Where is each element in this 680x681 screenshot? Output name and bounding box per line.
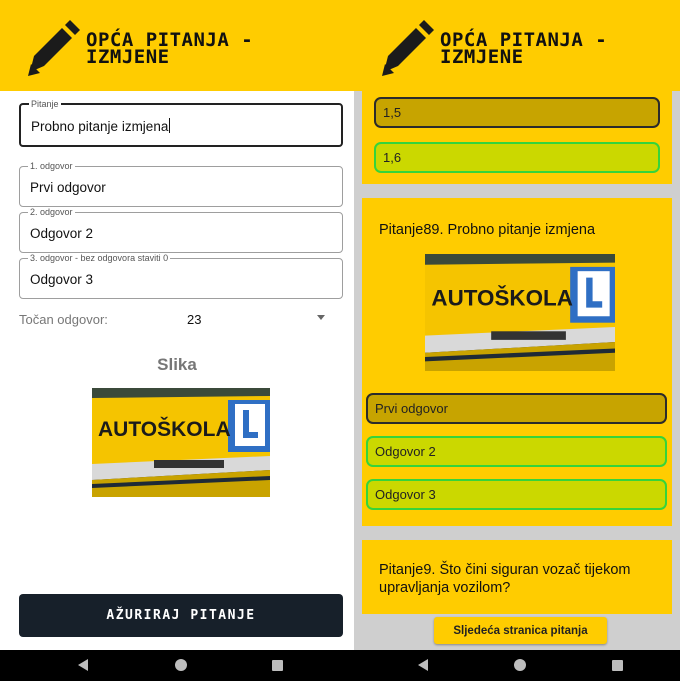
- question-title: Pitanje9. Što čini siguran vozač tijekom…: [379, 561, 630, 597]
- pencil-icon: [382, 20, 434, 76]
- app-bar: OPĆA PITANJA - IZMJENE: [354, 0, 680, 91]
- option-wrong[interactable]: 1,5: [374, 97, 660, 128]
- question-input-label: Pitanje: [29, 99, 61, 109]
- back-icon[interactable]: [418, 659, 428, 671]
- question-image: AUTOŠKOLA: [425, 254, 615, 371]
- option-wrong[interactable]: Prvi odgovor: [366, 393, 667, 424]
- answer3-input[interactable]: 3. odgovor - bez odgovora staviti 0 Odgo…: [19, 253, 343, 299]
- image-text: AUTOŠKOLA: [431, 285, 572, 310]
- app-bar: OPĆA PITANJA - IZMJENE: [0, 0, 354, 91]
- answer1-input-label: 1. odgovor: [28, 161, 75, 171]
- previous-question-card: 1,5 1,6: [362, 80, 672, 184]
- answer1-input[interactable]: 1. odgovor Prvi odgovor: [19, 161, 343, 207]
- question-input-value: Probno pitanje izmjena: [31, 119, 169, 134]
- option-correct[interactable]: Odgovor 2: [366, 436, 667, 467]
- question-title: Pitanje89. Probno pitanje izmjena: [379, 222, 596, 238]
- answer2-input-label: 2. odgovor: [28, 207, 75, 217]
- option-text: 1,6: [383, 150, 402, 165]
- correct-answer-select[interactable]: Točan odgovor: 23: [19, 308, 343, 332]
- home-icon[interactable]: [175, 659, 187, 671]
- update-question-button[interactable]: AŽURIRAJ PITANJE: [19, 594, 343, 637]
- page-title-line2: IZMJENE: [86, 46, 170, 68]
- question-card-9: Pitanje9. Što čini siguran vozač tijekom…: [362, 540, 672, 614]
- question-card-89: Pitanje89. Probno pitanje izmjena AUTOŠK…: [362, 198, 672, 384]
- question-image[interactable]: AUTOŠKOLA: [92, 388, 270, 497]
- option-correct[interactable]: Odgovor 3: [366, 479, 667, 510]
- option-text: Odgovor 3: [375, 487, 436, 502]
- home-icon[interactable]: [514, 659, 526, 671]
- image-section-title: Slika: [157, 355, 197, 374]
- question-input[interactable]: Pitanje Probno pitanje izmjena: [19, 99, 343, 147]
- option-text: Prvi odgovor: [375, 401, 448, 416]
- question-card-89-options: Prvi odgovor Odgovor 2 Odgovor 3: [362, 384, 672, 526]
- answer2-input[interactable]: 2. odgovor Odgovor 2: [19, 207, 343, 253]
- back-icon[interactable]: [78, 659, 88, 671]
- page-title: OPĆA PITANJA - IZMJENE: [86, 31, 253, 68]
- correct-answer-value: 23: [187, 312, 202, 327]
- option-text: Odgovor 2: [375, 444, 436, 459]
- question-title-line1: Pitanje9. Što čini siguran vozač tijekom: [379, 562, 631, 578]
- edit-question-screen: OPĆA PITANJA - IZMJENE Pitanje Probno pi…: [0, 0, 354, 681]
- recents-icon[interactable]: [272, 660, 283, 671]
- next-page-button[interactable]: Sljedeća stranica pitanja: [434, 617, 607, 644]
- recents-icon[interactable]: [612, 660, 623, 671]
- option-text: 1,5: [383, 105, 402, 120]
- system-nav-bar: [354, 650, 680, 681]
- pencil-icon: [28, 20, 80, 76]
- answer3-input-label: 3. odgovor - bez odgovora staviti 0: [28, 253, 171, 263]
- question-title-line2: upravljanja vozilom?: [379, 580, 511, 596]
- correct-answer-label: Točan odgovor:: [19, 312, 108, 327]
- option-correct[interactable]: 1,6: [374, 142, 660, 173]
- dropdown-arrow-icon[interactable]: [317, 315, 325, 320]
- page-title-line2: IZMJENE: [440, 46, 524, 68]
- question-list-screen: 1,5 1,6 OPĆA PITANJA - IZMJENE Pitanje89…: [354, 0, 680, 681]
- answer1-input-value: Prvi odgovor: [30, 180, 106, 195]
- answer3-input-value: Odgovor 3: [30, 272, 94, 287]
- system-nav-bar: [0, 650, 354, 681]
- page-title: OPĆA PITANJA - IZMJENE: [440, 31, 607, 68]
- image-text: AUTOŠKOLA: [98, 417, 231, 441]
- text-caret: [169, 118, 171, 133]
- answer2-input-value: Odgovor 2: [30, 226, 94, 241]
